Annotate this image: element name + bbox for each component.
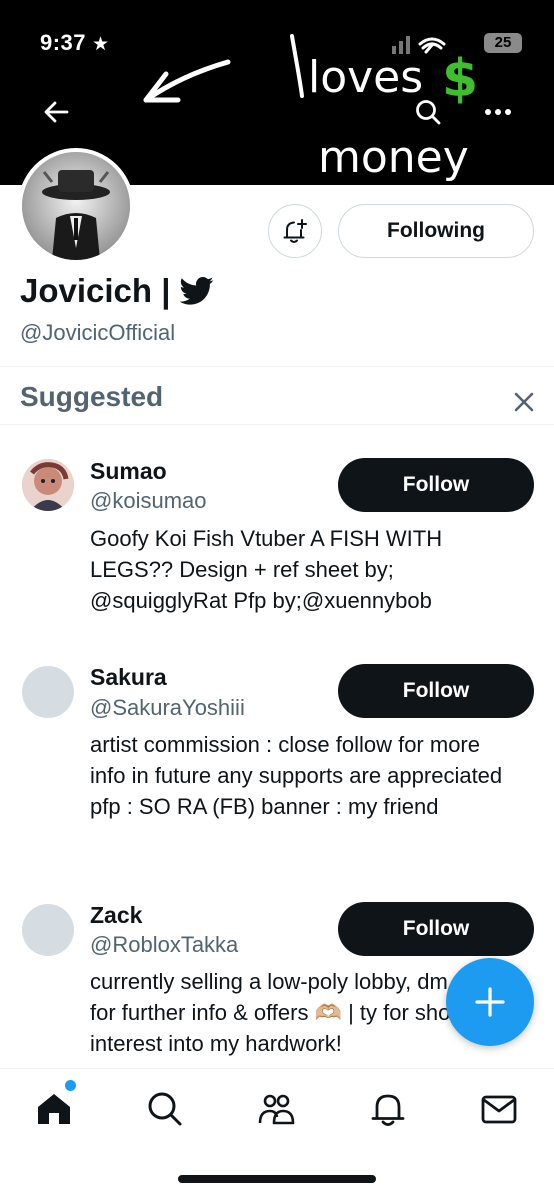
tab-home[interactable]	[34, 1089, 74, 1129]
search-profile-button[interactable]	[408, 92, 448, 132]
profile-avatar[interactable]	[18, 148, 134, 264]
user-name[interactable]: Sumao	[90, 458, 167, 485]
avatar-image	[22, 152, 130, 260]
signal-wifi-icon	[392, 36, 446, 54]
tab-notifications[interactable]	[368, 1089, 408, 1129]
home-icon	[38, 1094, 70, 1124]
display-name-text: Jovicich |	[20, 272, 171, 309]
follow-button[interactable]: Follow	[338, 664, 534, 718]
user-avatar[interactable]	[22, 459, 74, 511]
bell-plus-icon	[283, 219, 307, 243]
user-avatar[interactable]	[22, 904, 74, 956]
tab-messages[interactable]	[479, 1089, 519, 1129]
compose-button[interactable]	[446, 958, 534, 1046]
banner-text-money: money	[318, 132, 469, 183]
battery-indicator: 25	[484, 33, 522, 53]
user-name[interactable]: Sakura	[90, 664, 167, 691]
tab-search[interactable]	[145, 1089, 185, 1129]
home-unread-dot	[63, 1078, 78, 1093]
user-avatar[interactable]	[22, 666, 74, 718]
profile-handle: @JovicicOfficial	[20, 320, 176, 345]
home-indicator	[178, 1175, 376, 1183]
user-name[interactable]: Zack	[90, 902, 142, 929]
user-handle: @RobloxTakka	[90, 932, 239, 957]
follow-button[interactable]: Follow	[338, 902, 534, 956]
bell-icon	[371, 1094, 405, 1126]
dismiss-suggested-button[interactable]	[508, 386, 540, 418]
twitter-bird-icon	[180, 276, 214, 305]
user-handle: @SakuraYoshiii	[90, 695, 245, 720]
arrow-left-icon	[44, 101, 69, 123]
more-dots-icon	[485, 109, 511, 115]
suggested-title: Suggested	[20, 381, 164, 412]
communities-icon	[258, 1094, 295, 1125]
profile-display-name: Jovicich |	[20, 272, 214, 310]
more-options-button[interactable]	[478, 92, 518, 132]
notify-bell-button[interactable]	[268, 204, 322, 258]
user-bio: artist commission : close follow for mor…	[90, 732, 503, 819]
divider	[0, 424, 554, 425]
mail-icon	[481, 1095, 517, 1124]
plus-icon	[475, 987, 505, 1017]
following-button[interactable]: Following	[338, 204, 534, 258]
tab-communities[interactable]	[256, 1089, 296, 1129]
search-icon	[148, 1092, 182, 1126]
status-time: 9:37 ★	[40, 30, 110, 55]
avatar-image	[22, 459, 74, 511]
divider	[0, 366, 554, 367]
back-button[interactable]	[36, 92, 76, 132]
user-bio: Goofy Koi Fish Vtuber A FISH WITH LEGS??…	[90, 526, 443, 613]
close-icon	[514, 392, 534, 412]
search-icon	[416, 100, 441, 125]
follow-button[interactable]: Follow	[338, 458, 534, 512]
user-handle: @koisumao	[90, 488, 207, 513]
banner-text-loves: loves	[308, 52, 423, 103]
